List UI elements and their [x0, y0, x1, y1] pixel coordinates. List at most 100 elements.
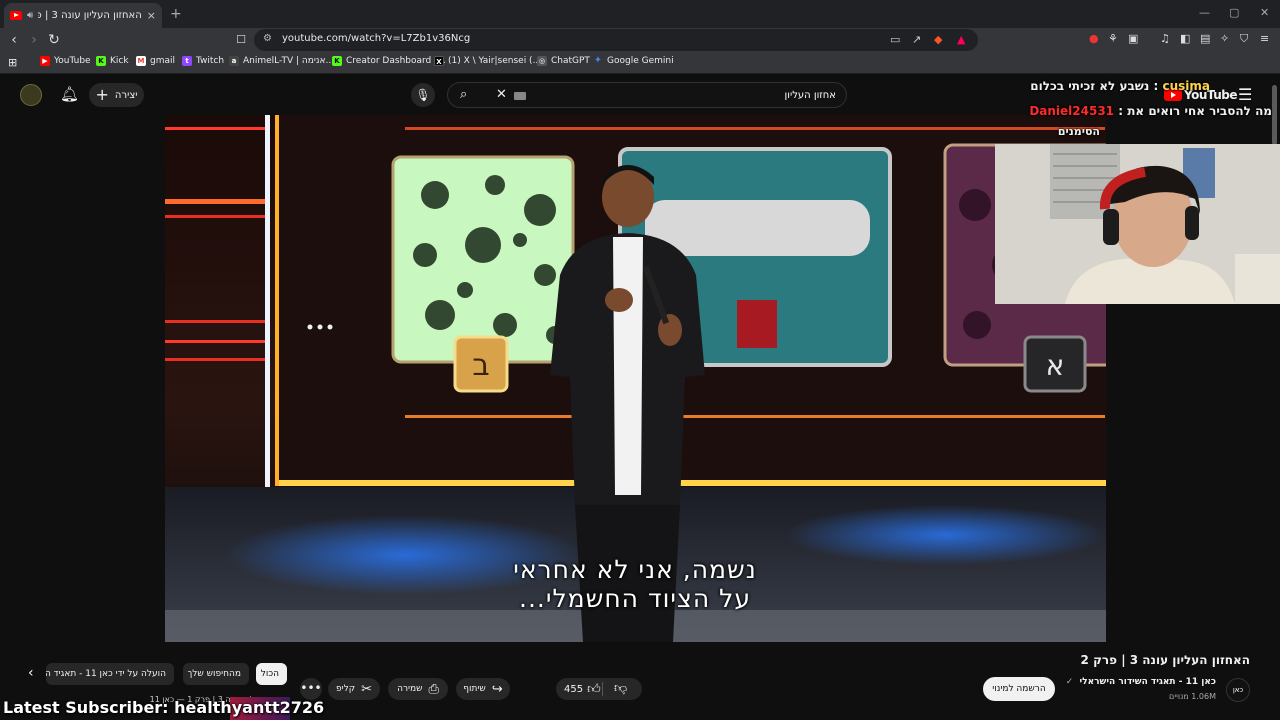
clip-button[interactable]: ✂ קליפ: [328, 678, 380, 700]
address-bar[interactable]: ⚙︎ youtube.com/watch?v=L7Zb1v36Ncg ▭ ↗ ◆…: [254, 29, 978, 51]
subscriber-count: 1.06M מנויים: [1169, 692, 1216, 701]
maximize-button[interactable]: ▢: [1229, 6, 1239, 19]
tab-title: האחזון העליון עונה 3 | פרק 2: [38, 10, 142, 21]
speaker-icon[interactable]: 🔊︎: [27, 10, 33, 21]
gemini-icon: ✦: [593, 55, 603, 66]
bookmark-chatgpt[interactable]: ◎ ChatGPT: [537, 56, 590, 66]
chat-username: cusima: [1162, 79, 1210, 93]
bookmark-creator-dashboard[interactable]: K Creator Dashboard |...: [332, 56, 446, 66]
minimize-button[interactable]: —: [1199, 6, 1210, 19]
chatgpt-icon: ◎: [537, 56, 547, 66]
channel-avatar[interactable]: כאן: [1226, 678, 1250, 702]
save-label: שמירה: [397, 684, 423, 694]
channel-name[interactable]: כאן 11 - תאגיד השידור הישראלי ✓: [1066, 677, 1216, 687]
create-button[interactable]: + יצירה: [89, 83, 144, 107]
stage-letter-a: א: [1046, 349, 1065, 382]
voice-search-mic-icon[interactable]: 🎙︎: [411, 83, 435, 107]
latest-subscriber-overlay: Latest Subscriber: healthyantt2726: [3, 698, 325, 717]
bookmark-youtube[interactable]: ▶ YouTube: [40, 56, 91, 66]
reload-icon[interactable]: ↻: [45, 31, 63, 49]
forward-icon[interactable]: ›: [25, 31, 43, 49]
chip-all[interactable]: הכול: [256, 663, 287, 685]
cast-icon[interactable]: ▭: [890, 33, 900, 46]
extension-screen-icon[interactable]: ▣: [1128, 32, 1138, 45]
media-control-icon[interactable]: ♫: [1160, 32, 1170, 45]
bookmark-save-icon: ⎙: [428, 681, 439, 697]
bookmark-gmail[interactable]: Mgmail: [136, 56, 175, 66]
clip-label: קליפ: [335, 684, 356, 694]
leo-ai-icon[interactable]: ✧: [1220, 32, 1229, 45]
share-icon: ↪: [491, 681, 503, 697]
channel-row: כאן כאן 11 - תאגיד השידור הישראלי ✓ 1.06…: [980, 675, 1250, 705]
chip-uploaded-by[interactable]: הועלה על ידי כאן 11 - תאגיד ה: [46, 663, 174, 685]
gmail-icon: M: [136, 56, 146, 66]
keyboard-icon[interactable]: [514, 92, 526, 100]
stage-letter-b: ב: [472, 348, 489, 383]
back-icon[interactable]: ‹: [5, 31, 23, 49]
apps-grid-icon[interactable]: ⊞: [8, 56, 17, 69]
more-actions-button[interactable]: •••: [300, 678, 322, 700]
save-button[interactable]: ⎙ שמירה: [388, 678, 448, 700]
bookmark-twitch[interactable]: t Twitch: [182, 56, 224, 66]
notifications-bell-icon[interactable]: 🔔︎: [60, 85, 79, 103]
channel-name-text: כאן 11 - תאגיד השידור הישראלי: [1079, 677, 1216, 687]
chat-username: Daniel24531: [1029, 104, 1115, 118]
anime-site-icon: a: [229, 56, 239, 66]
share-button[interactable]: ↪ שיתוף: [456, 678, 510, 700]
search-icon[interactable]: ⌕: [460, 87, 467, 102]
thumbs-down-icon[interactable]: 👎︎: [614, 681, 627, 696]
stream-chat-overlay: cusima : נשבע לא זכיתי בכלום מה להסביר א…: [1028, 78, 1280, 143]
site-info-icon[interactable]: ⚙︎: [263, 33, 272, 44]
chat-message: cusima : נשבע לא זכיתי בכלום: [1030, 79, 1210, 93]
chat-text: נשבע לא זכיתי בכלום: [1030, 79, 1150, 93]
youtube-favicon-icon: [10, 11, 22, 20]
chat-text: מה להסביר אחי רואים את: [1127, 104, 1272, 118]
new-tab-button[interactable]: +: [170, 6, 182, 22]
thumbs-up-icon: 👍︎: [587, 682, 601, 697]
bookmark-x[interactable]: X (1) X \ Yair|sensei (...: [434, 56, 541, 66]
brave-rewards-icon[interactable]: ▲: [957, 33, 965, 46]
share-page-icon[interactable]: ↗: [912, 33, 921, 46]
like-dislike-group: 455 👍︎ 👎︎: [556, 678, 642, 700]
avatar[interactable]: [20, 84, 42, 106]
extension-record-icon[interactable]: ●: [1089, 32, 1099, 45]
like-button[interactable]: 455 👍︎: [564, 682, 601, 697]
extensions-icon[interactable]: ⚘: [1108, 32, 1118, 45]
chat-text: :: [1149, 79, 1159, 93]
browser-menu-icon[interactable]: ≡: [1260, 32, 1269, 45]
chip-from-search[interactable]: מהחיפוש שלך: [183, 663, 249, 685]
verified-check-icon: ✓: [1065, 677, 1074, 687]
chat-message: מה להסביר אחי רואים את : Daniel24531: [1029, 104, 1272, 118]
chat-message: הסימנים: [1057, 125, 1100, 138]
video-title: האחזון העליון עונה 3 | פרק 2: [1080, 653, 1250, 667]
vpn-shield-icon[interactable]: ⛉: [1240, 32, 1248, 46]
browser-tab-bar: 🔊︎ האחזון העליון עונה 3 | פרק 2 × + — ▢ …: [0, 0, 1280, 28]
x-icon: X: [434, 56, 444, 66]
share-label: שיתוף: [463, 684, 486, 694]
twitch-icon: t: [182, 56, 192, 66]
close-window-button[interactable]: ✕: [1260, 6, 1269, 19]
bookmark-kick[interactable]: K Kick: [96, 56, 129, 66]
brave-shield-icon[interactable]: ◆: [934, 33, 942, 46]
tab-close-icon[interactable]: ×: [147, 9, 156, 22]
like-count: 455: [564, 684, 584, 695]
browser-tab[interactable]: 🔊︎ האחזון העליון עונה 3 | פרק 2 ×: [4, 3, 162, 28]
search-input[interactable]: [546, 87, 836, 103]
chips-scroll-left-icon[interactable]: ‹: [28, 665, 34, 681]
video-subtitle: נשמה, אני לא אחראי על הציוד החשמלי...: [365, 555, 905, 613]
chat-text: :: [1114, 104, 1124, 118]
video-player[interactable]: ב א נשמה, אני לא אחראי על הציוד החשמלי..…: [165, 115, 1106, 642]
bookmark-star-icon[interactable]: ☐: [232, 31, 250, 49]
youtube-icon: ▶: [40, 56, 50, 66]
bookmark-gemini[interactable]: ✦ Google Gemini: [593, 55, 674, 67]
webcam-feed: [995, 144, 1280, 304]
subscribe-button[interactable]: הרשמה למינוי: [983, 677, 1055, 701]
kick-icon: K: [96, 56, 106, 66]
create-label: יצירה: [114, 89, 138, 101]
clear-search-icon[interactable]: ✕: [496, 87, 507, 102]
wallet-icon[interactable]: ▤: [1200, 32, 1210, 45]
sidebar-icon[interactable]: ◧: [1180, 32, 1190, 45]
plus-icon: +: [95, 85, 109, 104]
like-divider: [602, 682, 603, 696]
bookmark-anime-tv[interactable]: a AnimelL-TV | אנימה...: [229, 56, 334, 66]
